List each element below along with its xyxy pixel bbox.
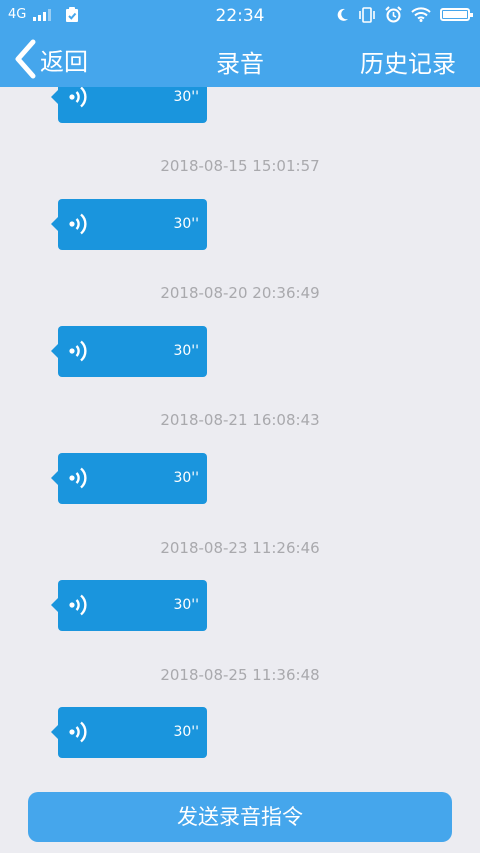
voice-message-bubble[interactable]: 30'' (51, 199, 207, 250)
message-timestamp: 2018-08-20 20:36:49 (160, 284, 320, 302)
back-button[interactable]: 返回 (14, 38, 88, 80)
voice-wave-icon (69, 213, 87, 235)
send-recording-command-button[interactable]: 发送录音指令 (28, 792, 452, 842)
message-timestamp: 2018-08-25 11:36:48 (160, 666, 320, 684)
voice-message-bubble[interactable]: 30'' (51, 87, 207, 123)
wifi-icon (411, 7, 431, 22)
alarm-icon (385, 6, 402, 23)
voice-duration: 30'' (173, 597, 199, 613)
voice-duration: 30'' (173, 470, 199, 486)
voice-wave-icon (69, 594, 87, 616)
voice-message-bubble[interactable]: 30'' (51, 453, 207, 504)
voice-wave-icon (69, 467, 87, 489)
history-button[interactable]: 历史记录 (360, 44, 456, 79)
moon-icon (337, 8, 348, 21)
voice-wave-icon (69, 721, 87, 743)
voice-duration: 30'' (173, 724, 199, 740)
voice-wave-icon (69, 340, 87, 362)
voice-duration: 30'' (173, 343, 199, 359)
chevron-left-icon (15, 39, 36, 79)
voice-duration: 30'' (173, 216, 199, 232)
nav-bar: 返回 录音 历史记录 (0, 32, 480, 87)
voice-message-bubble[interactable]: 30'' (51, 707, 207, 758)
voice-message-bubble[interactable]: 30'' (51, 580, 207, 631)
vibrate-icon (359, 6, 375, 23)
back-label: 返回 (40, 47, 88, 76)
recording-list[interactable]: 30'' 2018-08-15 15:01:57 30'' 2018-08-20… (0, 87, 480, 787)
message-timestamp: 2018-08-15 15:01:57 (160, 157, 320, 175)
voice-duration: 30'' (173, 89, 199, 105)
battery-icon (440, 8, 473, 21)
message-timestamp: 2018-08-21 16:08:43 (160, 411, 320, 429)
status-right (337, 6, 473, 23)
voice-message-bubble[interactable]: 30'' (51, 326, 207, 377)
voice-wave-icon (69, 87, 87, 108)
message-timestamp: 2018-08-23 11:26:46 (160, 539, 320, 557)
status-bar: 4G 22:34 (0, 0, 480, 32)
